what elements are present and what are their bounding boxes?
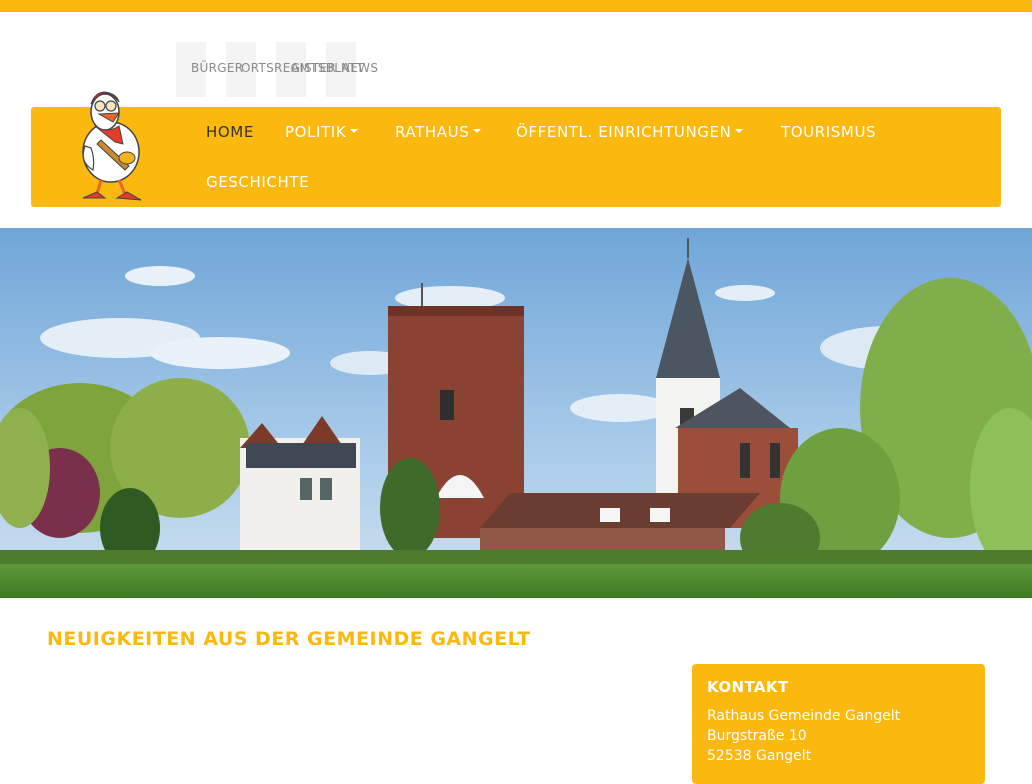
village-landscape-image <box>0 228 1032 598</box>
nav-politik-label: POLITIK <box>285 123 347 141</box>
hero-image <box>0 228 1032 598</box>
contact-line-name: Rathaus Gemeinde Gangelt <box>707 708 901 724</box>
duck-mascot-icon[interactable] <box>71 80 151 205</box>
nav-politik[interactable]: POLITIK <box>285 123 359 141</box>
quicklink-news[interactable]: NEWS <box>341 61 378 75</box>
caret-down-icon <box>350 128 359 133</box>
nav-rathaus[interactable]: RATHAUS <box>395 123 482 141</box>
nav-tourismus[interactable]: TOURISMUS <box>781 123 876 141</box>
contact-line-street: Burgstraße 10 <box>707 728 807 744</box>
nav-oeffentl-einrichtungen-label: ÖFFENTL. EINRICHTUNGEN <box>516 123 732 141</box>
news-heading: NEUIGKEITEN AUS DER GEMEINDE GANGELT <box>47 628 531 650</box>
caret-down-icon <box>473 128 482 133</box>
contact-title: KONTAKT <box>707 678 789 696</box>
quick-links: BÜRGER ORTSREGISTER AMTSBLATT NEWS <box>176 42 396 97</box>
main-navbar: HOME POLITIK RATHAUS ÖFFENTL. EINRICHTUN… <box>31 91 1001 207</box>
nav-home[interactable]: HOME <box>206 123 254 141</box>
top-accent-stripe <box>0 0 1032 12</box>
quicklink-buerger[interactable]: BÜRGER <box>191 61 243 75</box>
contact-box: KONTAKT Rathaus Gemeinde Gangelt Burgstr… <box>692 664 985 784</box>
nav-geschichte[interactable]: GESCHICHTE <box>206 173 309 191</box>
contact-line-city: 52538 Gangelt <box>707 748 812 764</box>
caret-down-icon <box>735 128 744 133</box>
nav-oeffentl-einrichtungen[interactable]: ÖFFENTL. EINRICHTUNGEN <box>516 123 744 141</box>
nav-rathaus-label: RATHAUS <box>395 123 470 141</box>
